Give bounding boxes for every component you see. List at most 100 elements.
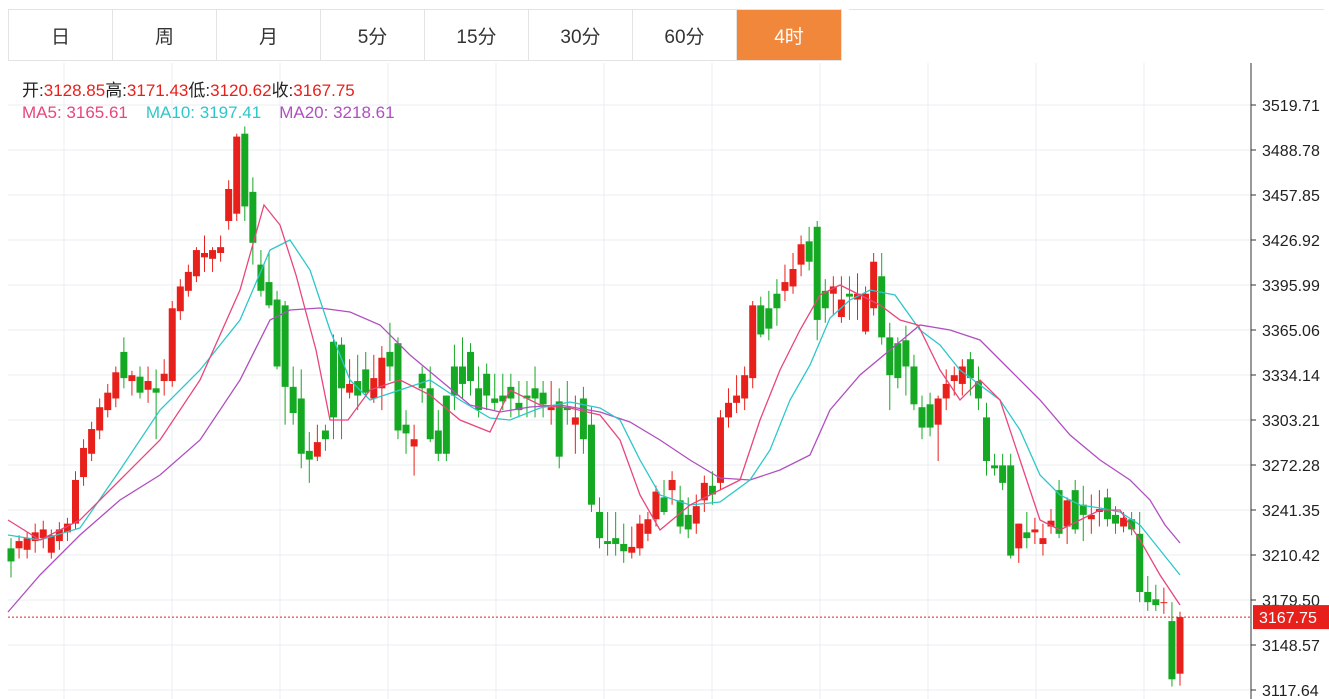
candle-body [555, 401, 563, 457]
candle-body [1112, 514, 1120, 524]
candle-body [942, 383, 950, 399]
candle-body [23, 538, 31, 550]
candle-body [1160, 602, 1168, 604]
candle-body [991, 465, 999, 469]
candle-body [209, 250, 217, 259]
open-label: 开: [22, 81, 44, 100]
candle-body [88, 429, 96, 454]
candle-body [80, 447, 88, 478]
low-value: 3120.62 [210, 81, 272, 100]
candle-body [329, 341, 337, 418]
candle-body [120, 351, 128, 379]
candle-body [362, 369, 370, 393]
ma5-line [7, 203, 1181, 606]
candle-body [265, 282, 273, 306]
candle-body [112, 372, 120, 399]
y-tick-label: 3457.85 [1262, 188, 1320, 205]
candle-body [894, 343, 902, 379]
candle-body [1015, 523, 1023, 549]
candle-body [749, 305, 757, 379]
candle-body [1031, 529, 1039, 533]
candle-body [926, 404, 934, 428]
y-tick-label: 3303.21 [1262, 413, 1320, 430]
candle-body [999, 465, 1007, 483]
candle-body [386, 351, 394, 367]
candle-body [934, 398, 942, 425]
current-price-label: 3167.75 [1259, 610, 1317, 627]
candle-body [644, 519, 652, 534]
candle-body [1103, 497, 1111, 520]
candle-body [587, 424, 595, 505]
candle-body [136, 376, 144, 393]
candle-body [765, 308, 773, 329]
ohlc-info: 开:3128.85高:3171.43低:3120.62收:3167.75 [22, 76, 355, 101]
candle-body [692, 506, 700, 524]
candle-body [950, 375, 958, 382]
candle-body [394, 343, 402, 431]
y-tick-label: 3272.28 [1262, 458, 1320, 475]
candle-body [1023, 532, 1031, 539]
candle-body [612, 538, 620, 544]
candle-body [192, 250, 200, 277]
ma20-label: MA20: [279, 103, 329, 122]
candle-body [410, 439, 418, 447]
candle-body [910, 366, 918, 405]
candle-body [797, 244, 805, 265]
high-value: 3171.43 [126, 81, 189, 100]
candle-body [458, 366, 466, 384]
candle-body [241, 133, 249, 207]
candle-body [1039, 538, 1047, 544]
y-tick-label: 3395.99 [1262, 278, 1320, 295]
y-tick-label: 3241.35 [1262, 503, 1320, 520]
candle-body [168, 308, 176, 382]
candle-body [773, 293, 781, 309]
candle-body [281, 305, 289, 387]
candle-body [628, 546, 636, 553]
candle-body [886, 337, 894, 376]
candle-body [233, 136, 241, 214]
y-tick-label: 3519.71 [1262, 98, 1320, 115]
candle-body [781, 282, 789, 291]
candle-body [571, 417, 579, 425]
candle-body [7, 548, 15, 562]
candle-body [918, 407, 926, 428]
candle-body [104, 392, 112, 411]
candle-body [1176, 617, 1184, 674]
candle-body [757, 305, 765, 335]
ma10-value: 3197.41 [199, 103, 262, 122]
candle-body [547, 407, 555, 411]
candle-body [1063, 500, 1071, 527]
candle-body [321, 430, 329, 440]
y-tick-label: 3117.64 [1262, 683, 1319, 699]
candle-body [467, 351, 475, 382]
ma10-label: MA10: [145, 103, 196, 122]
candle-body [1055, 490, 1063, 534]
candle-body [176, 286, 184, 312]
candle-body [217, 247, 225, 253]
ma-info: MA5: 3165.61 MA10: 3197.41 MA20: 3218.61 [22, 103, 395, 123]
candle-body [289, 386, 297, 414]
candle-body [346, 383, 354, 393]
candle-body [1152, 599, 1160, 606]
ma5-label: MA5: [22, 103, 62, 122]
candle-body [604, 541, 612, 544]
candle-body [539, 392, 547, 405]
candle-body [491, 398, 499, 403]
candle-body [160, 373, 168, 382]
close-value: 3167.75 [293, 81, 355, 100]
candle-body [596, 511, 604, 539]
y-tick-label: 3365.06 [1262, 323, 1320, 340]
candle-body [200, 252, 208, 258]
y-tick-label: 3488.78 [1262, 143, 1320, 160]
candle-body [144, 381, 152, 390]
candle-body [741, 375, 749, 399]
y-tick-label: 3148.57 [1262, 638, 1320, 655]
low-label: 低: [188, 81, 211, 100]
candle-body [378, 357, 386, 389]
candle-body [668, 479, 676, 491]
close-label: 收: [271, 81, 294, 100]
candle-body [1144, 591, 1152, 603]
candle-body [725, 402, 733, 418]
candle-body [297, 398, 305, 454]
y-tick-label: 3334.14 [1262, 368, 1320, 385]
